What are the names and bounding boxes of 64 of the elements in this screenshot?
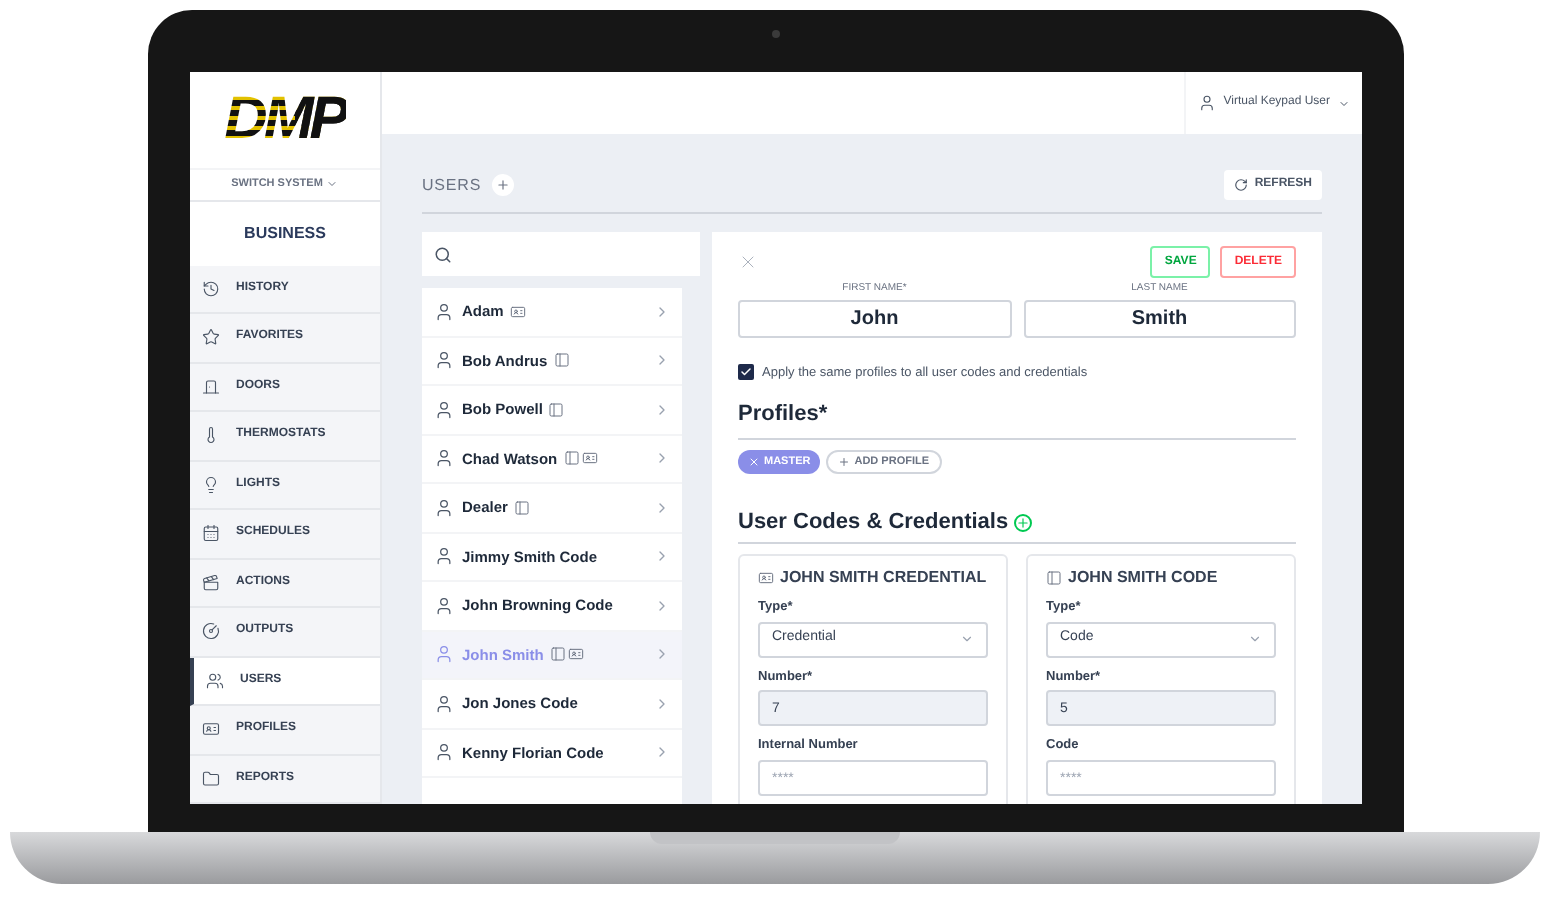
users-icon [206, 671, 224, 690]
chevron-icon [654, 401, 670, 418]
chevron-icon [654, 744, 670, 761]
caret-icon [1338, 97, 1350, 109]
chevron-icon [654, 450, 670, 467]
chevron-icon [654, 597, 670, 614]
chevron-icon [654, 646, 670, 663]
star-icon [202, 328, 220, 347]
user-icon [434, 350, 454, 371]
card-icon [563, 450, 580, 467]
user-icon [434, 546, 454, 567]
user-icon [434, 644, 454, 665]
user-icon [434, 448, 454, 469]
folder-icon [202, 769, 220, 788]
page-title: USERS [422, 173, 482, 197]
search-field[interactable] [422, 232, 700, 276]
id-card-icon [509, 303, 526, 320]
chevron-icon [654, 303, 670, 320]
card-icon [548, 401, 565, 418]
add-user-button[interactable] [491, 174, 514, 196]
card-icon [549, 646, 566, 663]
card-icon [553, 352, 570, 369]
id-card-icon [567, 646, 584, 663]
history-icon [202, 279, 220, 298]
gauge-icon [202, 622, 220, 641]
user-icon [434, 301, 454, 322]
user-icon [434, 497, 454, 518]
close-icon[interactable] [738, 252, 758, 272]
calendar-icon [202, 524, 220, 543]
card-title: JOHN SMITH CREDENTIAL [780, 567, 987, 588]
user-icon [434, 742, 454, 763]
chevron-icon [654, 499, 670, 516]
user-icon [434, 693, 454, 714]
check-icon [740, 366, 752, 379]
plus-icon [838, 456, 851, 469]
plus-icon [495, 178, 510, 192]
caret-icon [1248, 632, 1262, 646]
user-icon [434, 595, 454, 616]
door-icon [202, 377, 220, 396]
user-icon [1197, 94, 1216, 112]
caret-icon [960, 632, 974, 646]
section-heading: Profiles* [738, 402, 828, 427]
section-heading: User Codes & Credentials [738, 508, 1009, 539]
name-field[interactable]: Smith [1023, 299, 1296, 337]
id-card-icon [758, 569, 774, 586]
chevron-icon [654, 548, 670, 565]
caret-icon [326, 178, 339, 191]
clapperboard-icon [202, 573, 220, 592]
checkbox[interactable] [738, 364, 754, 381]
chevron-icon [654, 352, 670, 369]
card-icon [513, 499, 530, 516]
card-title: JOHN SMITH CODE [1068, 567, 1218, 588]
camera-icon [772, 30, 780, 38]
id-card-icon [202, 720, 220, 739]
thermometer-icon [202, 426, 220, 445]
chevron-icon [654, 695, 670, 712]
remove-icon[interactable] [748, 456, 760, 469]
refresh-icon [1234, 178, 1249, 192]
card-icon [1046, 569, 1062, 586]
search-icon [434, 245, 452, 263]
user-icon [434, 399, 454, 420]
system-name: BUSINESS [244, 221, 326, 246]
name-field[interactable]: John [738, 299, 1011, 337]
id-card-icon [581, 450, 598, 467]
